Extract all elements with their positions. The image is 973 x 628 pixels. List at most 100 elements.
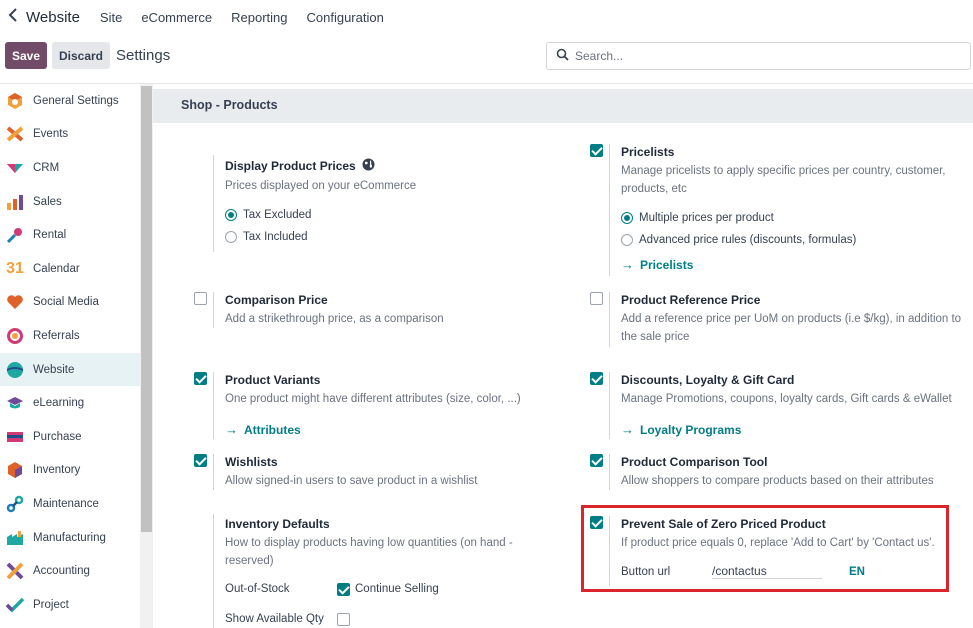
sidebar-item-label: Rental — [33, 229, 67, 242]
elearning-icon — [5, 393, 25, 413]
general-settings-icon — [5, 91, 25, 111]
radio-tax-excluded[interactable]: Tax Excluded — [225, 204, 545, 226]
arrow-right-icon: → — [225, 422, 238, 437]
zero-price-checkbox[interactable] — [590, 516, 603, 529]
setting-description: Manage Promotions, coupons, loyalty card… — [621, 393, 952, 405]
wishlists-checkbox[interactable] — [194, 454, 207, 467]
radio-button[interactable] — [225, 209, 237, 221]
search-input[interactable] — [575, 49, 955, 63]
save-button[interactable]: Save — [5, 42, 47, 69]
arrow-right-icon: → — [621, 257, 634, 272]
loyalty-programs-link[interactable]: → Loyalty Programs — [621, 422, 966, 437]
setting-title: Product Variants — [225, 373, 321, 387]
continue-selling-label: Continue Selling — [355, 583, 439, 595]
sidebar-item-elearning[interactable]: eLearning — [0, 386, 140, 420]
pricelists-checkbox[interactable] — [590, 144, 603, 157]
calendar-icon: 31 — [6, 259, 24, 277]
events-icon — [5, 124, 25, 144]
search-bar[interactable] — [546, 42, 971, 70]
pricelists-link[interactable]: → Pricelists — [621, 257, 966, 272]
sidebar-item-rental[interactable]: Rental — [0, 218, 140, 252]
button-url-input[interactable] — [712, 564, 822, 579]
setting-title: Inventory Defaults — [225, 517, 330, 531]
divider — [609, 292, 610, 347]
setting-description: Allow signed-in users to save product in… — [225, 475, 478, 487]
sidebar-item-maintenance[interactable]: Maintenance — [0, 487, 140, 521]
divider — [213, 372, 214, 439]
back-chevron-icon[interactable] — [8, 7, 22, 27]
setting-description: Manage pricelists to apply specific pric… — [621, 165, 946, 195]
top-navbar: Website Site eCommerce Reporting Configu… — [0, 0, 973, 34]
divider — [213, 514, 214, 628]
continue-selling-checkbox[interactable] — [337, 583, 350, 596]
sidebar-scrollbar[interactable] — [140, 84, 153, 628]
sidebar-item-label: Maintenance — [33, 497, 99, 510]
setting-pricelists: Pricelists Manage pricelists to apply sp… — [621, 145, 966, 272]
language-button[interactable]: EN — [849, 566, 865, 578]
setting-title: Display Product Prices — [225, 159, 356, 173]
sidebar-item-accounting[interactable]: Accounting — [0, 554, 140, 588]
radio-advanced-rules[interactable]: Advanced price rules (discounts, formula… — [621, 229, 966, 251]
setting-description: If product price equals 0, replace 'Add … — [621, 537, 935, 549]
settings-main: Shop - Products Display Product Prices P… — [153, 84, 973, 628]
divider — [609, 454, 610, 490]
sidebar-item-label: eLearning — [33, 397, 85, 410]
setting-inventory-defaults: Inventory Defaults How to display produc… — [225, 517, 535, 570]
radio-label: Tax Included — [243, 231, 308, 243]
reference-price-checkbox[interactable] — [590, 292, 603, 305]
sidebar-item-project[interactable]: Project — [0, 588, 140, 622]
setting-title: Product Reference Price — [621, 293, 761, 307]
sidebar-item-manufacturing[interactable]: Manufacturing — [0, 521, 140, 555]
radio-tax-included[interactable]: Tax Included — [225, 226, 545, 248]
setting-loyalty: Discounts, Loyalty & Gift Card Manage Pr… — [621, 373, 966, 437]
setting-title: Comparison Price — [225, 293, 328, 307]
sidebar-item-label: Manufacturing — [33, 531, 106, 544]
nav-configuration[interactable]: Configuration — [307, 10, 384, 25]
sidebar-item-social-media[interactable]: Social Media — [0, 286, 140, 320]
sidebar-item-sales[interactable]: Sales — [0, 185, 140, 219]
setting-title: Discounts, Loyalty & Gift Card — [621, 373, 795, 387]
sidebar-item-referrals[interactable]: Referrals — [0, 319, 140, 353]
app-title[interactable]: Website — [26, 9, 80, 26]
sidebar-item-events[interactable]: Events — [0, 118, 140, 152]
sidebar-item-label: Website — [33, 363, 75, 376]
nav-reporting[interactable]: Reporting — [231, 10, 287, 25]
sidebar-item-general-settings[interactable]: General Settings — [0, 84, 140, 118]
sidebar-item-inventory[interactable]: Inventory — [0, 454, 140, 488]
divider — [213, 292, 214, 328]
comparison-price-checkbox[interactable] — [194, 292, 207, 305]
search-icon — [556, 48, 569, 64]
radio-button[interactable] — [621, 212, 633, 224]
out-of-stock-label: Out-of-Stock — [225, 583, 290, 595]
divider — [609, 144, 610, 276]
setting-reference-price: Product Reference Price Add a reference … — [621, 293, 966, 346]
radio-multiple-prices[interactable]: Multiple prices per product — [621, 207, 966, 229]
radio-label: Advanced price rules (discounts, formula… — [639, 234, 857, 246]
setting-title: Product Comparison Tool — [621, 455, 768, 469]
divider — [609, 372, 610, 439]
website-icon — [5, 360, 25, 380]
show-qty-label: Show Available Qty — [225, 613, 324, 625]
sidebar-item-crm[interactable]: CRM — [0, 151, 140, 185]
nav-site[interactable]: Site — [100, 10, 122, 25]
sidebar-item-calendar[interactable]: 31 Calendar — [0, 252, 140, 286]
scrollbar-thumb[interactable] — [141, 86, 152, 532]
link-label: Loyalty Programs — [640, 422, 742, 437]
discard-button[interactable]: Discard — [52, 42, 110, 69]
setting-comparison-price: Comparison Price Add a strikethrough pri… — [225, 293, 555, 328]
radio-button[interactable] — [225, 231, 237, 243]
loyalty-checkbox[interactable] — [590, 372, 603, 385]
attributes-link[interactable]: → Attributes — [225, 422, 565, 437]
setting-description: Add a strikethrough price, as a comparis… — [225, 313, 444, 325]
manufacturing-icon — [5, 528, 25, 548]
divider — [213, 155, 214, 252]
sidebar-item-label: Calendar — [33, 262, 80, 275]
sidebar-item-website[interactable]: Website — [0, 352, 140, 387]
sidebar-item-purchase[interactable]: Purchase — [0, 420, 140, 454]
comparison-tool-checkbox[interactable] — [590, 454, 603, 467]
nav-ecommerce[interactable]: eCommerce — [141, 10, 212, 25]
radio-button[interactable] — [621, 234, 633, 246]
setting-product-variants: Product Variants One product might have … — [225, 373, 565, 437]
product-variants-checkbox[interactable] — [194, 372, 207, 385]
show-qty-checkbox[interactable] — [337, 613, 350, 626]
